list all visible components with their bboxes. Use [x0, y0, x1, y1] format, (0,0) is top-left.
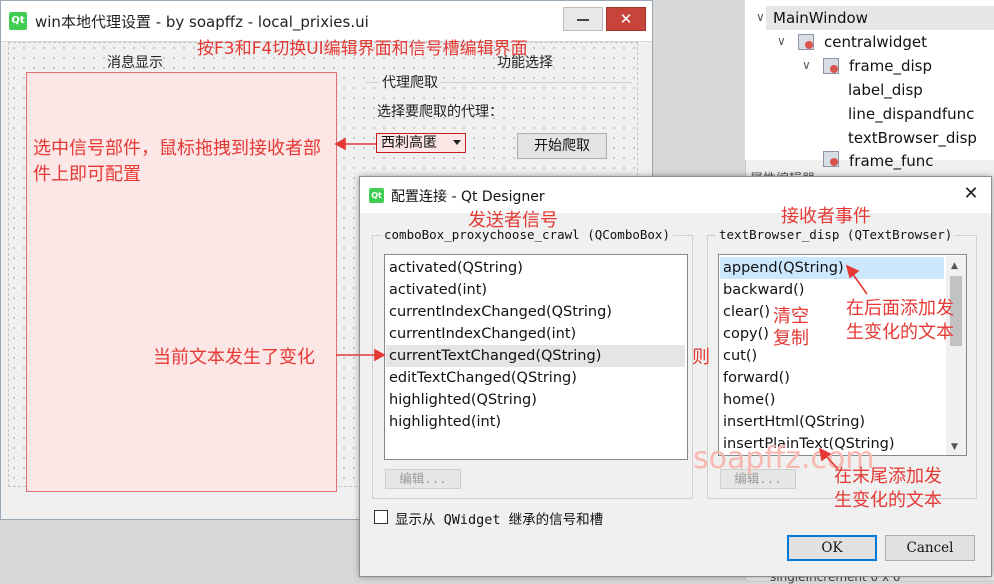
annotation-arrows [334, 137, 868, 470]
arrowhead [334, 137, 346, 151]
arrowhead [374, 348, 386, 362]
arrow-to-append [851, 272, 868, 295]
arrowhead [845, 264, 860, 279]
arrow-to-insert [825, 455, 839, 470]
